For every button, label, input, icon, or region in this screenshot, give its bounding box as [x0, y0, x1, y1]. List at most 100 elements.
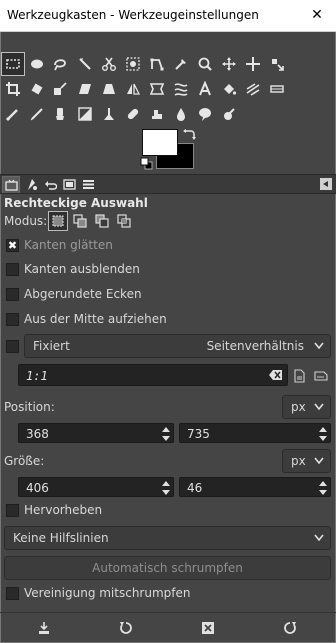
- measure-icon[interactable]: [217, 52, 241, 76]
- images-tab-icon[interactable]: [60, 176, 78, 193]
- position-y-spin[interactable]: 735: [179, 423, 331, 443]
- highlight-checkbox[interactable]: [6, 504, 19, 517]
- fixed-label: Fixiert: [33, 339, 70, 353]
- rect-select-icon[interactable]: [1, 52, 25, 76]
- antialias-checkbox[interactable]: ✖: [6, 239, 19, 252]
- scale-icon[interactable]: [48, 77, 72, 101]
- fixed-checkbox[interactable]: [6, 340, 19, 353]
- rounded-corners-label: Abgerundete Ecken: [24, 287, 142, 301]
- fixed-option[interactable]: [6, 338, 22, 356]
- save-preset-icon[interactable]: [36, 620, 52, 636]
- expand-center-label: Aus der Mitte aufziehen: [24, 312, 167, 326]
- shrink-merged-label: Vereinigung mitschrumpfen: [24, 586, 191, 600]
- window-title: Werkzeugkasten - Werkzeugeinstellungen: [7, 8, 259, 22]
- alignment-icon[interactable]: [265, 52, 289, 76]
- window-titlebar: Werkzeugkasten - Werkzeugeinstellungen ✕: [0, 0, 336, 32]
- eraser-icon[interactable]: [25, 102, 49, 126]
- antialias-label: Kanten glätten: [24, 238, 113, 252]
- size-unit-dropdown[interactable]: px: [282, 449, 331, 473]
- ratio-input[interactable]: 1:1: [18, 364, 288, 386]
- layers-tab-icon[interactable]: [79, 176, 97, 193]
- feather-checkbox[interactable]: [6, 263, 19, 276]
- close-icon[interactable]: ✕: [308, 6, 326, 24]
- reset-icon[interactable]: [282, 620, 298, 636]
- airbrush-icon[interactable]: [48, 102, 72, 126]
- cage-icon[interactable]: [145, 77, 169, 101]
- tool-options-tab-icon[interactable]: [2, 176, 20, 193]
- rotate-icon[interactable]: [25, 77, 49, 101]
- zoom-icon[interactable]: [193, 52, 217, 76]
- position-y-value: 735: [187, 427, 210, 441]
- clone-icon[interactable]: [121, 102, 145, 126]
- text-icon[interactable]: [193, 77, 217, 101]
- size-height-value: 46: [187, 481, 203, 495]
- scissors-select-icon[interactable]: [97, 52, 121, 76]
- crop-icon[interactable]: [1, 77, 25, 101]
- spin-arrows-icon[interactable]: [161, 479, 171, 497]
- perspective-icon[interactable]: [97, 77, 121, 101]
- mode-replace-button[interactable]: [48, 211, 68, 231]
- highlight-label: Hervorheben: [24, 503, 103, 517]
- paintbrush-icon[interactable]: [1, 102, 25, 126]
- tool-options-title: Rechteckige Auswahl: [4, 196, 148, 210]
- spin-arrows-icon[interactable]: [318, 425, 328, 443]
- size-height-spin[interactable]: 46: [179, 477, 331, 497]
- toolbox-row-2: [1, 77, 335, 101]
- clear-entry-icon[interactable]: [269, 369, 283, 381]
- warp-icon[interactable]: [169, 77, 193, 101]
- position-unit-dropdown[interactable]: px: [282, 395, 331, 419]
- spin-arrows-icon[interactable]: [318, 479, 328, 497]
- chevron-down-icon: [314, 457, 324, 465]
- spin-arrows-icon[interactable]: [161, 425, 171, 443]
- undo-history-tab-icon[interactable]: [41, 176, 59, 193]
- chevron-down-icon: [314, 342, 324, 350]
- color-picker-icon[interactable]: [169, 52, 193, 76]
- mode-subtract-button[interactable]: [92, 211, 112, 231]
- position-label: Position:: [4, 400, 55, 414]
- shear-icon[interactable]: [73, 77, 97, 101]
- heal-icon[interactable]: [145, 102, 169, 126]
- paths-icon[interactable]: [145, 52, 169, 76]
- delete-icon[interactable]: [200, 620, 216, 636]
- move-icon[interactable]: [241, 52, 265, 76]
- landscape-icon[interactable]: [314, 369, 328, 383]
- dock-menu-button[interactable]: [320, 178, 332, 190]
- rounded-corners-checkbox[interactable]: [6, 288, 19, 301]
- guides-value: Keine Hilfslinien: [13, 531, 109, 545]
- auto-shrink-button[interactable]: Automatisch schrumpfen: [4, 556, 331, 580]
- ellipse-select-icon[interactable]: [25, 52, 49, 76]
- default-colors-icon[interactable]: [140, 157, 154, 171]
- gradient-icon[interactable]: [241, 77, 265, 101]
- size-width-spin[interactable]: 406: [18, 477, 174, 497]
- toolbox-row-1: [1, 52, 335, 76]
- mode-intersect-button[interactable]: [114, 211, 134, 231]
- device-status-tab-icon[interactable]: [22, 176, 40, 193]
- perspective-clone-icon[interactable]: [169, 102, 193, 126]
- portrait-icon[interactable]: [292, 369, 306, 383]
- position-x-spin[interactable]: 368: [18, 423, 174, 443]
- mode-add-button[interactable]: [70, 211, 90, 231]
- position-x-value: 368: [26, 427, 49, 441]
- size-label: Größe:: [4, 454, 45, 468]
- pencil-icon[interactable]: [265, 77, 289, 101]
- ink-icon[interactable]: [73, 102, 97, 126]
- auto-shrink-label: Automatisch schrumpfen: [92, 561, 243, 575]
- restore-icon[interactable]: [118, 620, 134, 636]
- bucket-fill-icon[interactable]: [217, 77, 241, 101]
- fixed-mode-value: Seitenverhältnis: [206, 339, 304, 353]
- fixed-mode-dropdown[interactable]: Fixiert Seitenverhältnis: [24, 334, 331, 358]
- foreground-color-swatch[interactable]: [142, 129, 178, 156]
- smudge-icon[interactable]: [217, 102, 241, 126]
- expand-center-checkbox[interactable]: [6, 313, 19, 326]
- fuzzy-select-icon[interactable]: [73, 52, 97, 76]
- guides-dropdown[interactable]: Keine Hilfslinien: [4, 526, 331, 550]
- free-select-icon[interactable]: [48, 52, 72, 76]
- blur-icon[interactable]: [193, 102, 217, 126]
- flip-icon[interactable]: [121, 77, 145, 101]
- swap-colors-icon[interactable]: [182, 127, 196, 141]
- feather-label: Kanten ausblenden: [24, 262, 140, 276]
- foreground-select-icon[interactable]: [121, 52, 145, 76]
- shrink-merged-checkbox[interactable]: [6, 587, 19, 600]
- mypaint-brush-icon[interactable]: [97, 102, 121, 126]
- dock-tab-bar: [0, 174, 336, 194]
